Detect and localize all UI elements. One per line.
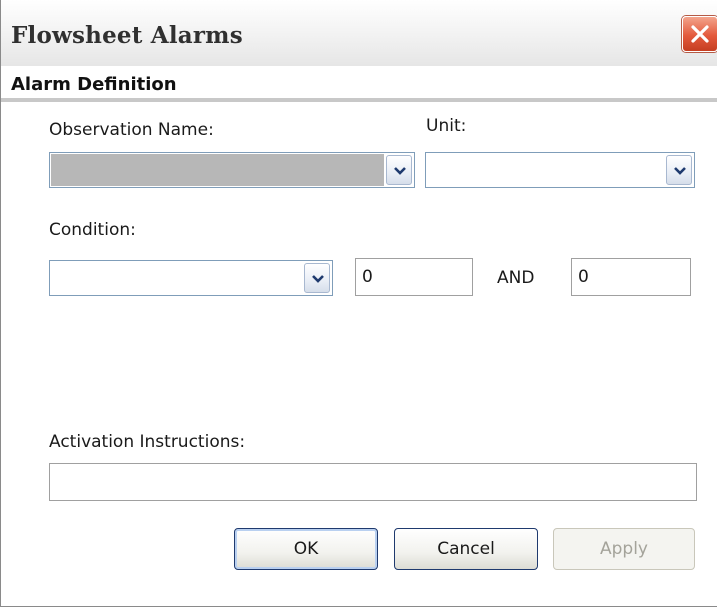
chevron-down-icon	[312, 275, 324, 283]
observation-dropdown-button[interactable]	[386, 155, 412, 185]
cancel-button[interactable]: Cancel	[394, 528, 538, 570]
unit-dropdown[interactable]	[425, 152, 695, 188]
and-label: AND	[497, 268, 535, 288]
upper-value-input[interactable]: 0	[571, 258, 691, 296]
observation-name-field	[51, 154, 384, 186]
condition-label: Condition:	[49, 220, 136, 240]
window-title: Flowsheet Alarms	[11, 22, 243, 49]
section-header: Alarm Definition	[1, 66, 717, 100]
apply-button[interactable]: Apply	[553, 528, 695, 570]
close-icon	[691, 25, 709, 43]
activation-instructions-label: Activation Instructions:	[49, 432, 246, 452]
chevron-down-icon	[394, 167, 406, 175]
lower-value-input[interactable]: 0	[355, 258, 473, 296]
upper-value-text: 0	[578, 267, 589, 287]
observation-name-dropdown[interactable]	[49, 152, 415, 188]
lower-value-text: 0	[362, 267, 373, 287]
section-divider	[1, 98, 717, 102]
ok-button[interactable]: OK	[234, 528, 378, 570]
chevron-down-icon	[674, 167, 686, 175]
condition-dropdown-button[interactable]	[304, 263, 330, 293]
unit-dropdown-button[interactable]	[666, 155, 692, 185]
unit-label: Unit:	[426, 116, 467, 136]
flowsheet-alarms-dialog: Flowsheet Alarms Alarm Definition Observ…	[0, 0, 717, 607]
close-button[interactable]	[682, 16, 717, 52]
section-title: Alarm Definition	[11, 74, 177, 95]
condition-dropdown[interactable]	[49, 260, 333, 296]
title-bar[interactable]: Flowsheet Alarms	[1, 0, 717, 66]
activation-instructions-input[interactable]	[49, 463, 697, 501]
observation-name-label: Observation Name:	[49, 120, 214, 140]
